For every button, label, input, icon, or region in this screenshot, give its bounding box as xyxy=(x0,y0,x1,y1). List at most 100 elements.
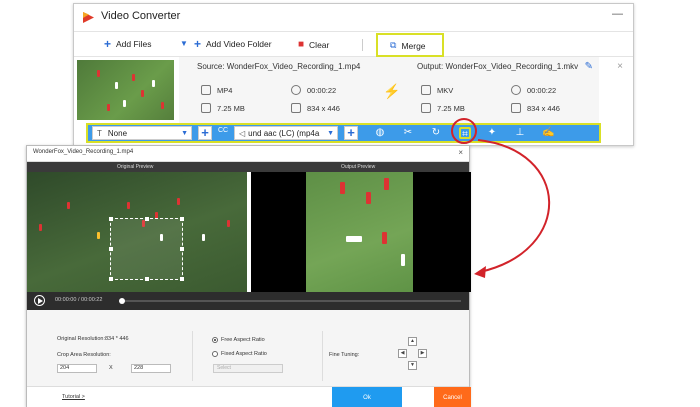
add-files-dropdown-icon[interactable]: ▼ xyxy=(180,39,188,48)
format-icon xyxy=(201,85,211,95)
watermark-icon[interactable]: ⊥ xyxy=(514,127,526,139)
merge-label: Merge xyxy=(401,40,426,51)
output-path: Output: WonderFox_Video_Recording_1.mkv xyxy=(417,62,579,71)
source-format-value: MP4 xyxy=(217,85,233,95)
source-path: Source: WonderFox_Video_Recording_1.mp4 xyxy=(197,62,361,71)
trash-icon: ■ xyxy=(298,39,305,50)
rotate-icon[interactable]: ↻ xyxy=(430,127,442,139)
resize-handle[interactable] xyxy=(180,247,184,251)
player-figure xyxy=(382,232,387,244)
folder-icon xyxy=(201,103,211,113)
seek-track[interactable] xyxy=(121,300,461,302)
tutorial-link[interactable]: Tutorial > xyxy=(62,394,85,400)
nudge-left-button[interactable]: ◀ xyxy=(398,349,407,358)
source-info-panel: Source: WonderFox_Video_Recording_1.mp4 … xyxy=(179,57,369,123)
resize-handle[interactable] xyxy=(109,277,113,281)
free-aspect-radio[interactable] xyxy=(212,337,218,343)
nudge-down-button[interactable]: ▼ xyxy=(408,361,417,370)
settings-divider xyxy=(322,331,323,381)
settings-divider xyxy=(192,331,193,381)
speaker-icon: ◁ xyxy=(239,128,246,138)
add-files-label: Add Files xyxy=(116,39,152,49)
crop-bottom-bar: Tutorial > Ok Cancel xyxy=(27,386,471,407)
remove-file-icon[interactable]: × xyxy=(617,61,623,72)
crop-area-label: Crop Area Resolution: xyxy=(57,352,111,358)
minimize-button[interactable]: — xyxy=(612,8,623,20)
nudge-up-button[interactable]: ▲ xyxy=(408,337,417,346)
output-info-panel: Output: WonderFox_Video_Recording_1.mkv … xyxy=(409,57,599,123)
file-row: Source: WonderFox_Video_Recording_1.mp4 … xyxy=(74,57,633,123)
merge-highlight: ⧉ Merge xyxy=(376,33,444,57)
subtitle-select-value: None xyxy=(107,128,128,138)
source-size-value: 7.25 MB xyxy=(217,103,245,113)
resize-handle[interactable] xyxy=(180,217,184,221)
player-figure xyxy=(39,224,42,231)
player-figure xyxy=(115,82,118,89)
clock-icon xyxy=(511,85,521,95)
resize-handle[interactable] xyxy=(145,217,149,221)
app-logo-icon xyxy=(83,12,94,23)
close-icon[interactable]: × xyxy=(458,148,463,157)
fixed-aspect-label: Fixed Aspect Ratio xyxy=(221,351,267,357)
aspect-ratio-dropdown[interactable]: Select xyxy=(213,364,283,373)
chevron-down-icon: ▼ xyxy=(327,130,334,137)
output-resolution: 834 x 446 xyxy=(511,103,560,113)
add-video-folder-button[interactable]: + Add Video Folder xyxy=(194,38,272,50)
cc-icon[interactable]: CC xyxy=(218,127,228,134)
merge-button[interactable]: ⧉ Merge xyxy=(378,35,442,51)
lightning-icon: ⚡ xyxy=(383,83,401,99)
edit-toolbar: T None ▼ + CC ◁ und aac (LC) (mp4a ▼ + ◍… xyxy=(86,123,601,143)
source-duration: 00:00:22 xyxy=(291,85,336,95)
play-icon[interactable] xyxy=(34,295,45,306)
source-size: 7.25 MB xyxy=(201,103,245,113)
original-preview[interactable] xyxy=(27,172,247,292)
nudge-right-button[interactable]: ▶ xyxy=(418,349,427,358)
output-preview-label: Output Preview xyxy=(341,164,376,170)
output-format[interactable]: MKV xyxy=(421,85,453,95)
title-bar: Video Converter — xyxy=(74,4,633,31)
volume-icon[interactable]: ◍ xyxy=(374,127,386,139)
current-time: 00:00:00 xyxy=(55,297,77,303)
player-figure xyxy=(401,254,405,266)
player-figure xyxy=(97,232,100,239)
resize-handle[interactable] xyxy=(109,247,113,251)
player-figure xyxy=(161,102,164,109)
crop-height-input[interactable]: 228 xyxy=(131,364,171,373)
crop-width-input[interactable]: 204 xyxy=(57,364,97,373)
clear-button[interactable]: ■ Clear xyxy=(298,39,329,50)
total-time: 00:00:22 xyxy=(81,297,103,303)
player-figure xyxy=(227,220,230,227)
resolution-icon xyxy=(291,103,301,113)
effects-icon[interactable]: ✦ xyxy=(486,127,498,139)
add-audio-button[interactable]: + xyxy=(344,126,358,140)
fixed-aspect-radio[interactable] xyxy=(212,351,218,357)
ok-button[interactable]: Ok xyxy=(332,387,402,407)
resize-handle[interactable] xyxy=(180,277,184,281)
output-duration: 00:00:22 xyxy=(511,85,556,95)
subtitle-select[interactable]: T None ▼ xyxy=(92,126,192,140)
video-thumbnail[interactable] xyxy=(77,60,174,120)
audio-track-select-value: und aac (LC) (mp4a xyxy=(248,128,320,138)
output-preview xyxy=(306,172,413,292)
output-duration-value: 00:00:22 xyxy=(527,85,557,95)
output-size-value: 7.25 MB xyxy=(437,103,465,113)
player-figure xyxy=(346,236,362,242)
source-duration-value: 00:00:22 xyxy=(307,85,337,95)
edit-output-icon[interactable]: ✎ xyxy=(585,61,593,72)
scissors-icon[interactable]: ✂ xyxy=(402,127,414,139)
resize-handle[interactable] xyxy=(109,217,113,221)
seek-knob[interactable] xyxy=(119,298,125,304)
crop-selection-box[interactable] xyxy=(109,217,184,281)
output-format-value: MKV xyxy=(437,85,454,95)
edit-tag-icon[interactable]: ✍ xyxy=(542,127,554,139)
add-files-button[interactable]: + Add Files xyxy=(104,38,152,50)
player-figure xyxy=(202,234,205,241)
playback-bar: 00:00:00 / 00:00:22 xyxy=(27,292,469,310)
resize-handle[interactable] xyxy=(145,277,149,281)
add-subtitle-button[interactable]: + xyxy=(198,126,212,140)
player-figure xyxy=(107,104,110,111)
source-resolution: 834 x 446 xyxy=(291,103,340,113)
original-resolution-label: Original Resolution: xyxy=(57,336,105,342)
cancel-button[interactable]: Cancel xyxy=(434,387,471,407)
audio-track-select[interactable]: ◁ und aac (LC) (mp4a ▼ xyxy=(234,126,338,140)
